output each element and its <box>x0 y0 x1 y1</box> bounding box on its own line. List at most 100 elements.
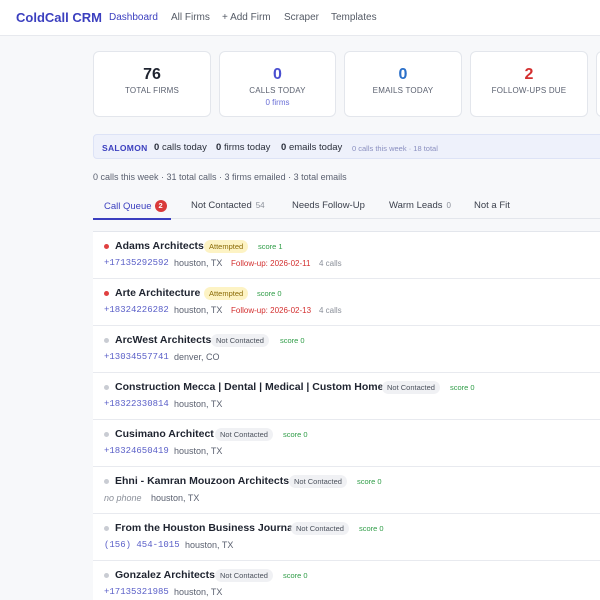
app-logo[interactable]: ColdCall CRM <box>16 10 102 25</box>
stat-card-total-firms: 76 TOTAL FIRMS <box>93 51 211 117</box>
priority-dot-icon <box>104 338 109 343</box>
firm-name[interactable]: From the Houston Business Journal <box>115 522 296 534</box>
stat-sub: 0 firms <box>265 98 290 107</box>
nav-dashboard[interactable]: Dashboard <box>109 12 158 23</box>
location: denver, CO <box>174 352 220 362</box>
stat-value: 0 <box>398 66 408 83</box>
stat-label: TOTAL FIRMS <box>124 86 180 95</box>
tab-badge: 2 <box>154 200 167 212</box>
phone-link[interactable]: (156) 454-1015 <box>104 540 180 550</box>
user-firms-count: 0 <box>216 142 222 153</box>
active-tab-indicator <box>93 218 171 220</box>
phone-link[interactable]: +18324226282 <box>104 305 169 315</box>
list-item[interactable]: Gonzalez Architects Not Contacted score … <box>93 561 600 600</box>
firm-name[interactable]: Ehni - Kamran Mouzoon Architects <box>115 475 289 487</box>
nav-all-firms[interactable]: All Firms <box>171 12 210 23</box>
user-calls-label: calls today <box>161 142 207 153</box>
status-badge: Not Contacted <box>289 475 347 488</box>
status-badge: Not Contacted <box>291 522 349 535</box>
list-item[interactable]: Cusimano Architect Not Contacted score 0… <box>93 420 600 467</box>
top-nav: ColdCall CRM Dashboard All Firms + Add F… <box>0 0 600 36</box>
phone-link[interactable]: +18322330814 <box>104 399 169 409</box>
user-activity-bar: SALOMON 0 calls today 0 firms today 0 em… <box>93 134 600 159</box>
tab-warm-leads[interactable]: Warm Leads 0 <box>389 200 451 211</box>
firm-name[interactable]: Cusimano Architect <box>115 428 214 440</box>
priority-dot-icon <box>104 244 109 249</box>
user-week-summary: 0 calls this week · 18 total <box>352 143 438 153</box>
user-name: SALOMON <box>102 142 148 153</box>
priority-dot-icon <box>104 291 109 296</box>
tab-not-a-fit[interactable]: Not a Fit <box>474 200 510 211</box>
tab-label: Not Contacted <box>191 200 252 211</box>
location: houston, TX <box>174 258 223 268</box>
nav-scraper[interactable]: Scraper <box>284 12 319 23</box>
tab-not-contacted[interactable]: Not Contacted 54 <box>191 200 265 211</box>
user-calls-count: 0 <box>154 142 160 153</box>
phone-link[interactable]: +18324650419 <box>104 446 169 456</box>
score-label: score 0 <box>280 336 305 345</box>
location: houston, TX <box>151 493 200 503</box>
location: houston, TX <box>174 305 223 315</box>
priority-dot-icon <box>104 479 109 484</box>
tab-needs-follow-up[interactable]: Needs Follow-Up <box>292 200 365 211</box>
nav-templates[interactable]: Templates <box>331 12 377 23</box>
user-firms-label: firms today <box>223 142 271 153</box>
firm-name[interactable]: Adams Architects <box>115 240 204 252</box>
tab-label: Needs Follow-Up <box>292 200 365 211</box>
status-badge: Attempted <box>204 287 249 300</box>
stat-card-overflow <box>596 51 600 117</box>
list-item[interactable]: Construction Mecca | Dental | Medical | … <box>93 373 600 420</box>
score-label: score 0 <box>359 524 384 533</box>
list-item[interactable]: ArcWest Architects Not Contacted score 0… <box>93 326 600 373</box>
queue-tabs: Call Queue 2 Not Contacted 54 Needs Follow… <box>93 194 600 219</box>
followup-date: Follow-up: 2026-02-11 <box>231 259 311 268</box>
priority-dot-icon <box>104 432 109 437</box>
tab-label: Warm Leads <box>389 200 443 211</box>
stat-value: 0 <box>273 66 282 83</box>
list-item[interactable]: Adams Architects Attempted score 1 +1713… <box>93 232 600 279</box>
followup-date: Follow-up: 2026-02-13 <box>231 306 312 315</box>
location: houston, TX <box>174 587 223 597</box>
score-label: score 0 <box>283 430 308 439</box>
tab-call-queue[interactable]: Call Queue 2 <box>104 200 167 212</box>
phone-link[interactable]: +17135292592 <box>104 258 169 268</box>
status-badge: Not Contacted <box>211 334 269 347</box>
stat-card-emails-today: 0 EMAILS TODAY <box>344 51 462 117</box>
tab-count: 54 <box>255 201 265 210</box>
status-badge: Not Contacted <box>215 569 273 582</box>
stat-label: EMAILS TODAY <box>372 86 434 95</box>
stat-label: CALLS TODAY <box>249 86 306 95</box>
status-badge: Attempted <box>204 240 249 253</box>
score-label: score 0 <box>283 571 308 580</box>
nav-add-firm[interactable]: + Add Firm <box>222 12 271 23</box>
firm-name[interactable]: Construction Mecca | Dental | Medical | … <box>115 381 383 393</box>
firm-name[interactable]: ArcWest Architects <box>115 334 211 346</box>
list-item[interactable]: From the Houston Business Journal Not Co… <box>93 514 600 561</box>
priority-dot-icon <box>104 526 109 531</box>
firm-name[interactable]: Arte Architecture <box>115 287 200 299</box>
priority-dot-icon <box>104 573 109 578</box>
phone-link[interactable]: +13034557741 <box>104 352 169 362</box>
user-emails-count: 0 <box>281 142 287 153</box>
location: houston, TX <box>174 399 223 409</box>
stat-label: FOLLOW-UPS DUE <box>491 86 567 95</box>
location: houston, TX <box>174 446 223 456</box>
call-count: 4 calls <box>319 306 342 315</box>
stat-value: 2 <box>524 66 534 83</box>
activity-summary: 0 calls this week · 31 total calls · 3 f… <box>93 172 347 182</box>
firm-list: Adams Architects Attempted score 1 +1713… <box>93 231 600 600</box>
stat-card-calls-today: 0 CALLS TODAY 0 firms <box>219 51 336 117</box>
score-label: score 1 <box>258 242 283 251</box>
status-badge: Not Contacted <box>382 381 440 394</box>
priority-dot-icon <box>104 385 109 390</box>
score-label: score 0 <box>357 477 382 486</box>
stat-value: 76 <box>143 66 161 83</box>
status-badge: Not Contacted <box>215 428 273 441</box>
list-item[interactable]: Ehni - Kamran Mouzoon Architects Not Con… <box>93 467 600 514</box>
call-count: 4 calls <box>319 259 342 268</box>
tab-count: 0 <box>446 201 451 210</box>
phone-link[interactable]: +17135321985 <box>104 587 169 597</box>
list-item[interactable]: Arte Architecture Attempted score 0 +183… <box>93 279 600 326</box>
score-label: score 0 <box>450 383 475 392</box>
firm-name[interactable]: Gonzalez Architects <box>115 569 215 581</box>
